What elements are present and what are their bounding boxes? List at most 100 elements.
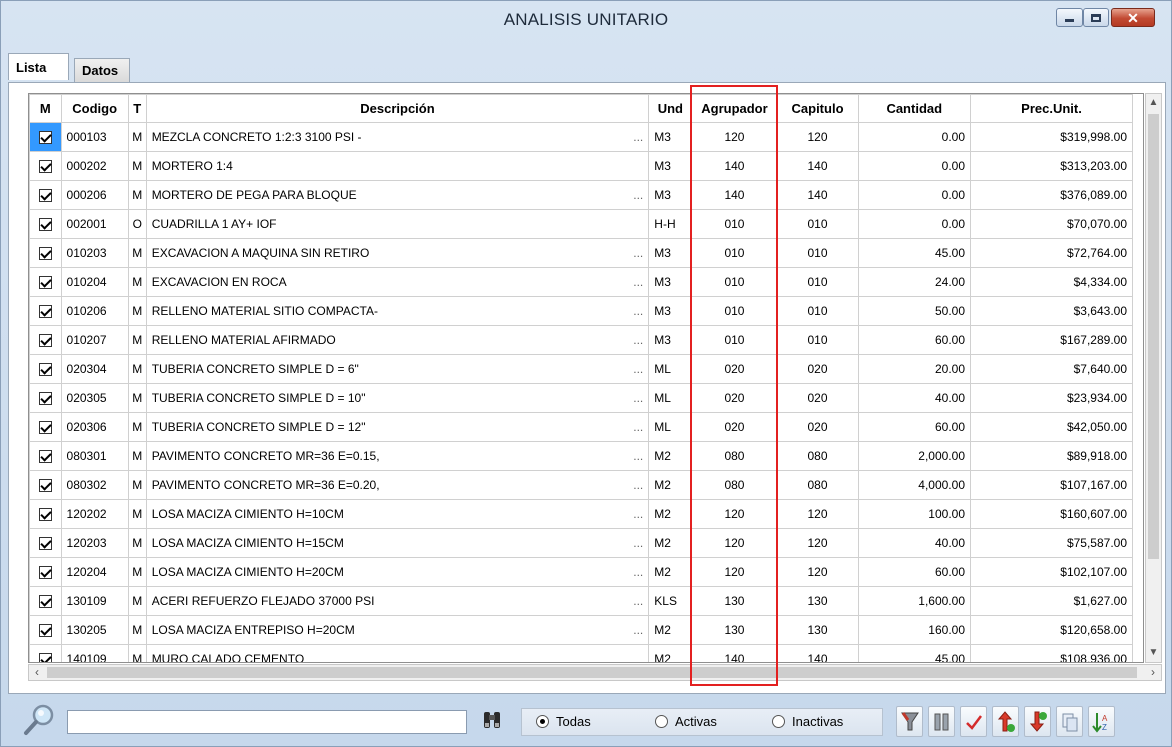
maximize-button[interactable] (1083, 8, 1109, 27)
table-row[interactable]: 130205 M LOSA MACIZA ENTREPISO H=20CM... M2… (29, 615, 1133, 645)
row-checkbox[interactable] (38, 595, 52, 609)
row-checkbox-cell[interactable] (29, 122, 62, 152)
row-checkbox[interactable] (38, 653, 52, 662)
row-checkbox[interactable] (38, 479, 52, 493)
row-checkbox-cell[interactable] (29, 528, 62, 558)
table-row[interactable]: 010204 M EXCAVACION EN ROCA... M3 010 010 24.0… (29, 267, 1133, 297)
row-checkbox-cell[interactable] (29, 296, 62, 326)
ellipsis-button[interactable]: ... (633, 304, 643, 318)
row-checkbox-cell[interactable] (29, 441, 62, 471)
row-checkbox-cell[interactable] (29, 325, 62, 355)
row-checkbox[interactable] (38, 537, 52, 551)
col-header-codigo[interactable]: Codigo (60, 94, 129, 123)
table-row[interactable]: 002001 O CUADRILLA 1 AY+ IOF H-H 010 010 0.00 $… (29, 209, 1133, 239)
row-checkbox-cell[interactable] (29, 209, 62, 239)
table-row[interactable]: 130109 M ACERI REFUERZO FLEJADO 37000 PSI.… (29, 586, 1133, 616)
radio-inactivas-indicator[interactable] (772, 715, 785, 728)
table-row[interactable]: 010206 M RELLENO MATERIAL SITIO COMPACTA-.… (29, 296, 1133, 326)
radio-todas[interactable]: Todas (536, 714, 591, 729)
row-checkbox[interactable] (38, 247, 52, 261)
ellipsis-button[interactable]: ... (633, 275, 643, 289)
table-row[interactable]: 010207 M RELLENO MATERIAL AFIRMADO... M3 010… (29, 325, 1133, 355)
col-header-capitulo[interactable]: Capitulo (776, 94, 859, 123)
row-checkbox-cell[interactable] (29, 615, 62, 645)
row-checkbox-cell[interactable] (29, 644, 62, 662)
tab-datos[interactable]: Datos (74, 58, 130, 82)
row-checkbox-cell[interactable] (29, 180, 62, 210)
ellipsis-button[interactable]: ... (633, 507, 643, 521)
table-row[interactable]: 020305 M TUBERIA CONCRETO SIMPLE D = 10"..… (29, 383, 1133, 413)
ellipsis-button[interactable]: ... (633, 391, 643, 405)
col-header-prec-unit[interactable]: Prec.Unit. (970, 94, 1133, 123)
col-header-t[interactable]: T (127, 94, 147, 123)
row-checkbox[interactable] (38, 218, 52, 232)
table-row[interactable]: 120204 M LOSA MACIZA CIMIENTO H=20CM... M2 1… (29, 557, 1133, 587)
col-header-agrupador[interactable]: Agrupador (691, 94, 778, 123)
row-checkbox-cell[interactable] (29, 499, 62, 529)
row-checkbox[interactable] (38, 566, 52, 580)
col-header-und[interactable]: Und (648, 94, 693, 123)
table-row[interactable]: 000103 M MEZCLA CONCRETO 1:2:3 3100 PSI -.… (29, 122, 1133, 152)
row-checkbox-cell[interactable] (29, 557, 62, 587)
check-button[interactable] (960, 706, 987, 737)
row-checkbox[interactable] (38, 363, 52, 377)
row-checkbox[interactable] (38, 160, 52, 174)
table-row[interactable]: 010203 M EXCAVACION A MAQUINA SIN RETIRO..… (29, 238, 1133, 268)
ellipsis-button[interactable]: ... (633, 246, 643, 260)
ellipsis-button[interactable]: ... (633, 478, 643, 492)
ellipsis-button[interactable]: ... (633, 594, 643, 608)
table-row[interactable]: 000206 M MORTERO DE PEGA PARA BLOQUE... M3 1… (29, 180, 1133, 210)
scroll-down-icon[interactable]: ▼ (1146, 644, 1161, 662)
tab-lista[interactable]: Lista (8, 53, 69, 80)
row-checkbox[interactable] (38, 450, 52, 464)
radio-todas-indicator[interactable] (536, 715, 549, 728)
ellipsis-button[interactable]: ... (633, 420, 643, 434)
table-row[interactable]: 080301 M PAVIMENTO CONCRETO MR=36 E=0.15,.… (29, 441, 1133, 471)
col-header-cantidad[interactable]: Cantidad (857, 94, 971, 123)
row-checkbox[interactable] (38, 421, 52, 435)
table-row[interactable]: 020304 M TUBERIA CONCRETO SIMPLE D = 6"...… (29, 354, 1133, 384)
row-checkbox[interactable] (38, 305, 52, 319)
columns-button[interactable] (928, 706, 955, 737)
ellipsis-button[interactable]: ... (633, 449, 643, 463)
minimize-button[interactable] (1056, 8, 1083, 27)
row-checkbox-cell[interactable] (29, 354, 62, 384)
row-checkbox-cell[interactable] (29, 267, 62, 297)
row-checkbox-cell[interactable] (29, 586, 62, 616)
table-row[interactable]: 000202 M MORTERO 1:4 M3 140 140 0.00 $313,203.0… (29, 151, 1133, 181)
radio-activas[interactable]: Activas (655, 714, 717, 729)
copy-button[interactable] (1056, 706, 1083, 737)
ellipsis-button[interactable]: ... (633, 536, 643, 550)
row-checkbox[interactable] (38, 131, 52, 145)
ellipsis-button[interactable]: ... (633, 333, 643, 347)
table-row[interactable]: 080302 M PAVIMENTO CONCRETO MR=36 E=0.20,.… (29, 470, 1133, 500)
filter-button[interactable] (896, 706, 923, 737)
col-header-m[interactable]: M (29, 94, 62, 123)
row-checkbox[interactable] (38, 189, 52, 203)
ellipsis-button[interactable]: ... (633, 188, 643, 202)
row-checkbox[interactable] (38, 508, 52, 522)
col-header-descripcion[interactable]: Descripción (145, 94, 650, 123)
sort-az-button[interactable]: A Z (1088, 706, 1115, 737)
table-row[interactable]: 020306 M TUBERIA CONCRETO SIMPLE D = 12"..… (29, 412, 1133, 442)
row-checkbox-cell[interactable] (29, 238, 62, 268)
close-button[interactable]: ✕ (1111, 8, 1155, 27)
sort-down-button[interactable] (1024, 706, 1051, 737)
ellipsis-button[interactable]: ... (633, 623, 643, 637)
sort-up-button[interactable] (992, 706, 1019, 737)
binoculars-icon[interactable] (481, 709, 503, 731)
scroll-up-icon[interactable]: ▲ (1146, 94, 1161, 112)
table-row[interactable]: 120202 M LOSA MACIZA CIMIENTO H=10CM... M2 1… (29, 499, 1133, 529)
radio-activas-indicator[interactable] (655, 715, 668, 728)
analisis-grid[interactable]: M Codigo T Descripción Und Agrupador Cap… (28, 93, 1144, 663)
horizontal-scroll-thumb[interactable] (47, 667, 1137, 678)
radio-inactivas[interactable]: Inactivas (772, 714, 843, 729)
row-checkbox[interactable] (38, 276, 52, 290)
row-checkbox-cell[interactable] (29, 383, 62, 413)
row-checkbox[interactable] (38, 624, 52, 638)
row-checkbox[interactable] (38, 334, 52, 348)
row-checkbox-cell[interactable] (29, 470, 62, 500)
search-input[interactable] (67, 710, 467, 734)
magnifier-icon[interactable] (21, 702, 57, 738)
table-row[interactable]: 140109 M MURO CALADO CEMENTO M2 140 140 45.00 $… (29, 644, 1133, 662)
